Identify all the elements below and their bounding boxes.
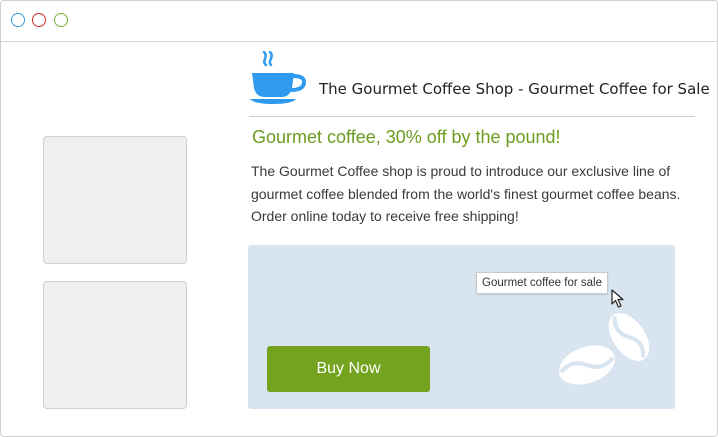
window-control-blue[interactable] — [11, 13, 25, 27]
coffee-beans-icon — [559, 313, 650, 385]
site-title: The Gourmet Coffee Shop - Gourmet Coffee… — [319, 80, 710, 98]
promo-description: The Gourmet Coffee shop is proud to intr… — [251, 163, 681, 224]
window-titlebar — [1, 1, 717, 42]
buy-now-button[interactable]: Buy Now — [267, 346, 430, 392]
coffee-cup-icon — [250, 51, 307, 104]
browser-window: The Gourmet Coffee Shop - Gourmet Coffee… — [0, 0, 718, 437]
sidebar-placeholder-bottom — [43, 281, 187, 409]
tooltip: Gourmet coffee for sale — [476, 272, 608, 294]
header-divider — [249, 116, 695, 117]
window-close-button[interactable] — [32, 13, 46, 27]
sidebar-placeholder-top — [43, 136, 187, 264]
promo-headline: Gourmet coffee, 30% off by the pound! — [252, 127, 561, 147]
window-maximize-button[interactable] — [54, 13, 68, 27]
